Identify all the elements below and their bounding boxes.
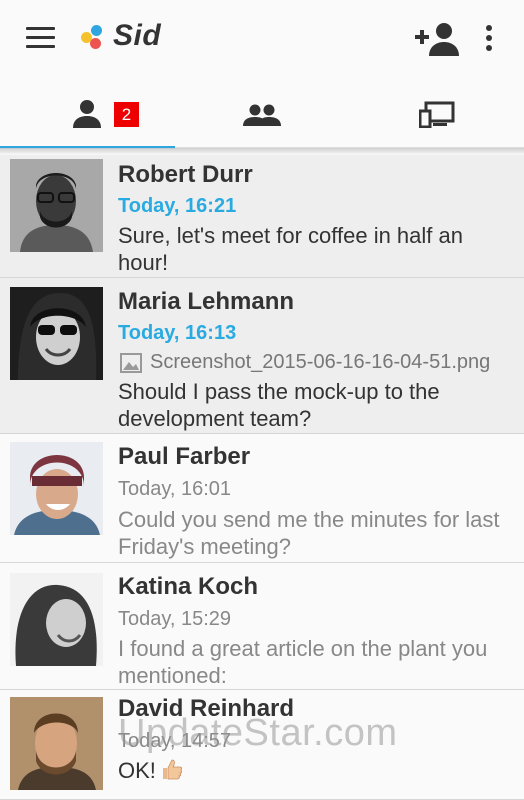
- message-preview: Should I pass the mock-up to the develop…: [118, 379, 440, 431]
- message-preview: OK!: [118, 757, 518, 784]
- more-vert-icon[interactable]: [483, 25, 495, 51]
- tab-chats[interactable]: 2: [0, 78, 175, 149]
- message-preview: Sure, let's meet for coffee in half an h…: [118, 223, 463, 275]
- tab-devices[interactable]: [349, 78, 524, 148]
- thumbs-up-icon: [162, 759, 182, 780]
- contact-name: Robert Durr: [118, 161, 253, 188]
- tab-bar-shadow: [0, 148, 524, 155]
- hamburger-menu-icon[interactable]: [26, 27, 56, 49]
- conversation-row-robert-durr[interactable]: Robert Durr Today, 16:21 Sure, let's mee…: [0, 155, 524, 278]
- conversation-row-paul-farber[interactable]: Paul Farber Today, 16:01 Could you send …: [0, 434, 524, 563]
- message-time: Today, 16:21: [118, 195, 237, 217]
- message-time: Today, 16:01: [118, 478, 232, 500]
- conversation-row-katina-koch[interactable]: Katina Koch Today, 15:29 I found a great…: [0, 563, 524, 690]
- conversation-row-david-reinhard[interactable]: David Reinhard Today, 14:57 OK!: [0, 690, 524, 800]
- avatar: [10, 442, 103, 535]
- app-bar: Sid: [0, 0, 524, 78]
- tab-bar: 2: [0, 78, 524, 149]
- avatar: [10, 573, 103, 666]
- contact-name: Maria Lehmann: [118, 288, 295, 315]
- contact-name: David Reinhard: [118, 695, 295, 722]
- attachment-filename: Screenshot_2015-06-16-16-04-51.png: [150, 351, 491, 373]
- image-icon: [120, 353, 142, 373]
- contact-name: Paul Farber: [118, 443, 251, 470]
- message-preview: Could you send me the minutes for last F…: [118, 507, 500, 559]
- message-time: Today, 16:13: [118, 322, 237, 344]
- avatar: [10, 697, 103, 790]
- app-logo-text: Sid: [113, 19, 162, 52]
- unread-badge: 2: [114, 102, 139, 127]
- tab-groups[interactable]: [175, 78, 350, 148]
- avatar: [10, 159, 103, 252]
- devices-icon: [419, 101, 455, 128]
- conversation-row-maria-lehmann[interactable]: Maria Lehmann Today, 16:13 Screenshot_20…: [0, 278, 524, 434]
- app-logo: Sid: [81, 19, 181, 56]
- message-preview: I found a great article on the plant you…: [118, 636, 488, 688]
- contact-name: Katina Koch: [118, 573, 259, 600]
- message-time: Today, 14:57: [118, 730, 232, 752]
- add-person-icon[interactable]: [415, 22, 461, 56]
- message-text: OK!: [118, 758, 156, 783]
- group-icon: [243, 104, 281, 126]
- message-time: Today, 15:29: [118, 608, 232, 630]
- person-icon: [73, 100, 101, 128]
- avatar: [10, 287, 103, 380]
